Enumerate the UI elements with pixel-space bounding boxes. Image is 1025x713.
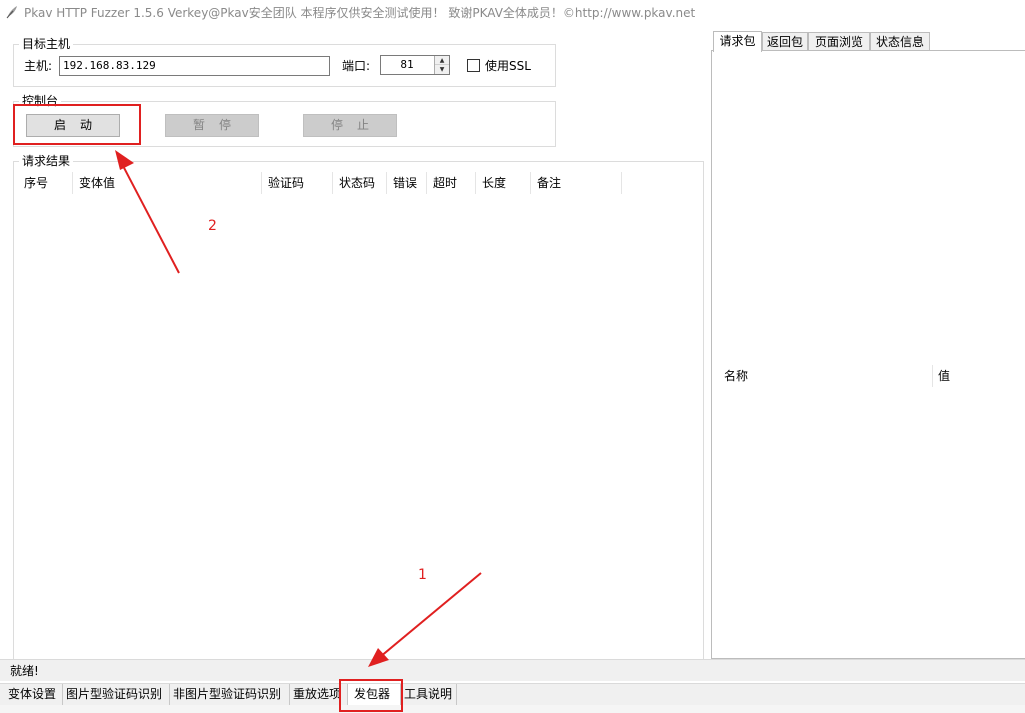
tab-replay-options[interactable]: 重放选项 xyxy=(290,684,348,706)
port-label: 端口: xyxy=(342,59,371,73)
column-header-remark[interactable]: 备注 xyxy=(531,172,622,194)
tab-variant-settings[interactable]: 变体设置 xyxy=(5,684,63,706)
stepper-up-icon[interactable]: ▲ xyxy=(435,56,449,65)
results-legend: 请求结果 xyxy=(19,153,74,169)
annotation-number-1: 1 xyxy=(418,567,427,583)
host-label: 主机: xyxy=(24,59,53,73)
console-legend: 控制台 xyxy=(19,93,62,109)
bottom-strip xyxy=(0,705,1025,713)
column-header-length[interactable]: 长度 xyxy=(476,172,531,194)
right-panel[interactable]: 名称 值 xyxy=(711,50,1025,659)
app-feather-icon xyxy=(6,6,17,19)
results-list[interactable] xyxy=(14,194,703,658)
tab-non-image-captcha[interactable]: 非图片型验证码识别 xyxy=(170,684,290,706)
column-header-status-code[interactable]: 状态码 xyxy=(333,172,387,194)
pause-button[interactable]: 暂停 xyxy=(165,114,259,137)
column-header-timeout[interactable]: 超时 xyxy=(427,172,476,194)
column-header-error[interactable]: 错误 xyxy=(387,172,427,194)
tab-response-packet[interactable]: 返回包 xyxy=(762,32,808,51)
ssl-checkbox[interactable] xyxy=(467,59,480,72)
bottom-tab-strip: 变体设置 图片型验证码识别 非图片型验证码识别 重放选项 发包器 工具说明 xyxy=(0,683,1025,706)
stop-button[interactable]: 停止 xyxy=(303,114,397,137)
port-stepper[interactable]: 81 ▲ ▼ xyxy=(380,55,450,75)
column-header-index[interactable]: 序号 xyxy=(18,172,73,194)
title-bar: Pkav HTTP Fuzzer 1.5.6 Verkey@Pkav安全团队 本… xyxy=(0,0,1025,24)
status-text: 就绪! xyxy=(10,664,39,678)
tab-image-captcha[interactable]: 图片型验证码识别 xyxy=(63,684,170,706)
tab-tool-help[interactable]: 工具说明 xyxy=(401,684,457,706)
annotation-number-2: 2 xyxy=(208,218,217,234)
column-header-value[interactable]: 值 xyxy=(933,365,1025,387)
host-input[interactable]: 192.168.83.129 xyxy=(59,56,330,76)
tab-page-browse[interactable]: 页面浏览 xyxy=(808,32,870,51)
tab-sender[interactable]: 发包器 xyxy=(348,684,401,706)
port-value[interactable]: 81 xyxy=(381,56,433,74)
target-host-legend: 目标主机 xyxy=(19,36,74,52)
start-button[interactable]: 启动 xyxy=(26,114,120,137)
status-bar: 就绪! xyxy=(0,659,1025,681)
column-header-captcha[interactable]: 验证码 xyxy=(262,172,333,194)
tab-request-packet[interactable]: 请求包 xyxy=(713,31,762,52)
ssl-label[interactable]: 使用SSL xyxy=(485,58,531,74)
column-header-name[interactable]: 名称 xyxy=(712,365,933,387)
tab-status-info[interactable]: 状态信息 xyxy=(870,32,930,51)
stepper-down-icon[interactable]: ▼ xyxy=(435,65,449,74)
column-header-variant[interactable]: 变体值 xyxy=(73,172,262,194)
port-stepper-buttons[interactable]: ▲ ▼ xyxy=(434,56,449,74)
window-title: Pkav HTTP Fuzzer 1.5.6 Verkey@Pkav安全团队 本… xyxy=(24,6,696,20)
